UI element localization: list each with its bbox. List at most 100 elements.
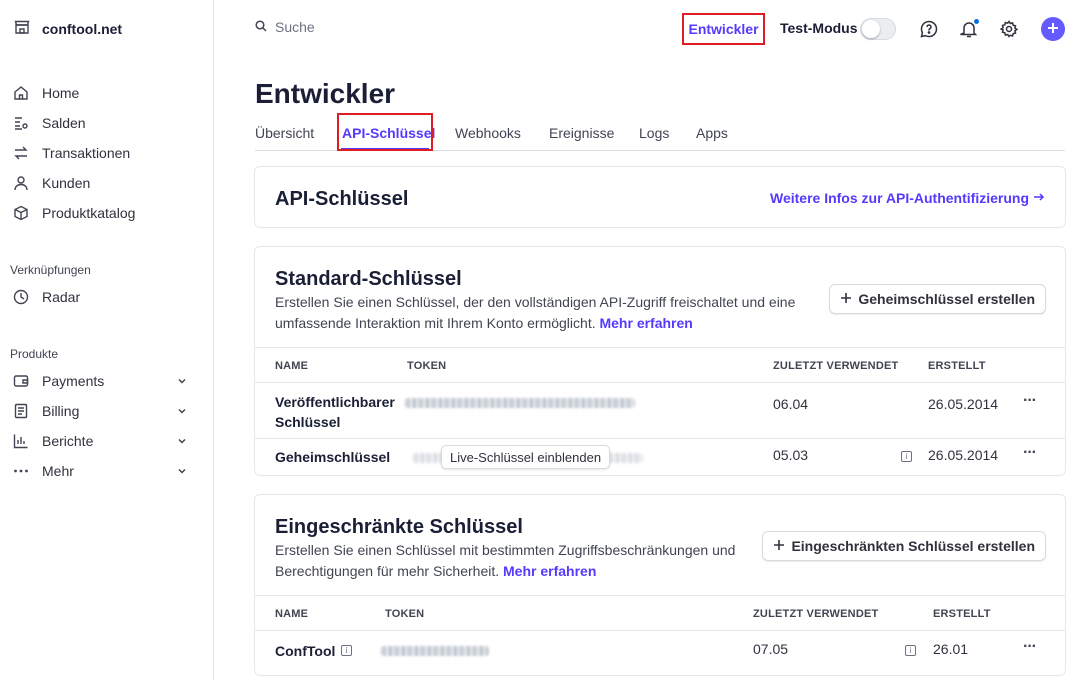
nav-label: Radar xyxy=(42,289,81,305)
table-row[interactable]: Geheimschlüssel Live-Schlüssel einblende… xyxy=(255,439,1065,475)
more-options-button[interactable]: ··· xyxy=(1023,444,1037,462)
key-name: Veröffentlichbarer Schlüssel xyxy=(275,392,395,432)
nav-label: Berichte xyxy=(42,433,94,449)
home-icon xyxy=(12,84,30,102)
created-date: 26.05.2014 xyxy=(928,396,999,412)
test-mode-toggle[interactable] xyxy=(860,18,896,40)
create-button[interactable] xyxy=(1041,17,1065,41)
sidebar: conftool.net Home Salden Transaktionen K… xyxy=(0,0,214,680)
token-masked[interactable] xyxy=(405,398,635,408)
nav-item-berichte[interactable]: Berichte xyxy=(12,427,202,455)
clock-icon xyxy=(12,288,30,306)
page-title: Entwickler xyxy=(255,78,396,109)
last-used: 05.03 xyxy=(773,447,809,463)
gear-icon[interactable] xyxy=(998,18,1020,40)
tab-overview[interactable]: Übersicht xyxy=(255,125,314,141)
nav-item-kunden[interactable]: Kunden xyxy=(12,169,202,197)
nav-item-produktkatalog[interactable]: Produktkatalog xyxy=(12,199,202,227)
nav-label: Billing xyxy=(42,403,80,419)
nav-item-billing[interactable]: Billing xyxy=(12,397,202,425)
bell-icon[interactable] xyxy=(958,18,980,40)
info-link-label: Weitere Infos zur API-Authentifizierung xyxy=(769,190,1029,206)
toggle-knob xyxy=(862,20,880,38)
shortcuts-heading: Verknüpfungen xyxy=(10,263,91,277)
column-header: ERSTELLT xyxy=(933,608,991,620)
account-switcher[interactable]: conftool.net xyxy=(14,19,122,38)
learn-more-link[interactable]: Mehr erfahren xyxy=(599,315,692,331)
column-header: TOKEN xyxy=(385,608,425,620)
standard-keys-description: Erstellen Sie einen Schlüssel, der den v… xyxy=(275,292,795,334)
nav-item-mehr[interactable]: Mehr xyxy=(12,457,202,485)
table-row[interactable]: ConfTool i 07.05 i 26.01 ··· xyxy=(255,631,1065,675)
column-header: ZULETZT VERWENDET xyxy=(753,608,879,620)
store-icon xyxy=(14,19,30,38)
column-header: NAME xyxy=(275,360,309,372)
table-header: NAME TOKEN ZULETZT VERWENDET ERSTELLT xyxy=(255,595,1065,631)
test-mode-label: Test-Modus xyxy=(780,20,858,36)
search-placeholder: Suche xyxy=(275,19,315,35)
plus-icon xyxy=(840,291,852,307)
last-used: 07.05 xyxy=(753,641,789,657)
last-used: 06.04 xyxy=(773,396,809,412)
tab-logs[interactable]: Logs xyxy=(639,125,669,141)
learn-more-link[interactable]: Mehr erfahren xyxy=(503,563,596,579)
table-row[interactable]: Veröffentlichbarer Schlüssel 06.04 26.05… xyxy=(255,383,1065,439)
create-secret-key-button[interactable]: Geheimschlüssel erstellen xyxy=(829,284,1046,314)
desc-line: Berechtigungen für mehr Sicherheit. xyxy=(275,563,500,579)
chevron-down-icon xyxy=(176,464,188,480)
box-icon xyxy=(12,204,30,222)
tab-webhooks[interactable]: Webhooks xyxy=(455,125,521,141)
nav-item-home[interactable]: Home xyxy=(12,79,202,107)
search-bar[interactable]: Suche xyxy=(255,19,315,35)
products-heading: Produkte xyxy=(10,347,59,361)
tab-events[interactable]: Ereignisse xyxy=(549,125,614,141)
plus-icon xyxy=(773,538,785,554)
arrow-right-icon xyxy=(1033,190,1045,206)
chevron-down-icon xyxy=(176,374,188,390)
chevron-down-icon xyxy=(176,404,188,420)
desc-line: Erstellen Sie einen Schlüssel mit bestim… xyxy=(275,542,736,558)
info-icon[interactable]: i xyxy=(905,645,916,656)
button-label: Geheimschlüssel erstellen xyxy=(858,291,1035,307)
token-masked[interactable] xyxy=(381,646,489,656)
nav-label: Home xyxy=(42,85,80,101)
api-keys-title: API-Schlüssel xyxy=(275,188,409,210)
account-name: conftool.net xyxy=(42,20,123,37)
nav-item-salden[interactable]: Salden xyxy=(12,109,202,137)
column-header: TOKEN xyxy=(407,360,447,372)
api-keys-card: API-Schlüssel Weitere Infos zur API-Auth… xyxy=(254,166,1066,228)
bar-chart-icon xyxy=(12,432,30,450)
nav-item-radar[interactable]: Radar xyxy=(12,283,202,311)
balance-icon xyxy=(12,114,30,132)
developer-link[interactable]: Entwickler xyxy=(682,13,765,45)
nav-label: Produktkatalog xyxy=(42,205,136,221)
more-options-button[interactable]: ··· xyxy=(1023,392,1037,410)
standard-keys-card: Standard-Schlüssel Erstellen Sie einen S… xyxy=(254,246,1066,476)
column-header: ZULETZT VERWENDET xyxy=(773,360,899,372)
restricted-keys-card: Eingeschränkte Schlüssel Erstellen Sie e… xyxy=(254,494,1066,676)
restricted-keys-title: Eingeschränkte Schlüssel xyxy=(275,516,523,538)
search-icon xyxy=(255,19,267,35)
nav-item-transaktionen[interactable]: Transaktionen xyxy=(12,139,202,167)
info-icon[interactable]: i xyxy=(901,451,912,462)
nav-label: Mehr xyxy=(42,463,74,479)
created-date: 26.01 xyxy=(933,641,969,657)
more-options-button[interactable]: ··· xyxy=(1023,638,1037,656)
nav-item-payments[interactable]: Payments xyxy=(12,367,202,395)
create-restricted-key-button[interactable]: Eingeschränkten Schlüssel erstellen xyxy=(762,531,1046,561)
nav-label: Transaktionen xyxy=(42,145,131,161)
key-name: ConfTool xyxy=(275,643,336,659)
tab-apps[interactable]: Apps xyxy=(696,125,728,141)
info-icon[interactable]: i xyxy=(341,645,352,656)
highlight-box xyxy=(337,113,433,151)
created-date: 26.05.2014 xyxy=(928,447,999,463)
nav-label: Salden xyxy=(42,115,86,131)
reveal-live-key-button[interactable]: Live-Schlüssel einblenden xyxy=(441,445,611,469)
plus-icon xyxy=(1047,21,1059,37)
help-icon[interactable] xyxy=(918,18,940,40)
document-icon xyxy=(12,402,30,420)
api-auth-info-link[interactable]: Weitere Infos zur API-Authentifizierung xyxy=(770,190,1045,206)
key-name-line: Schlüssel xyxy=(275,414,341,430)
nav-label: Payments xyxy=(42,373,105,389)
desc-line: umfassende Interaktion mit Ihrem Konto e… xyxy=(275,315,596,331)
